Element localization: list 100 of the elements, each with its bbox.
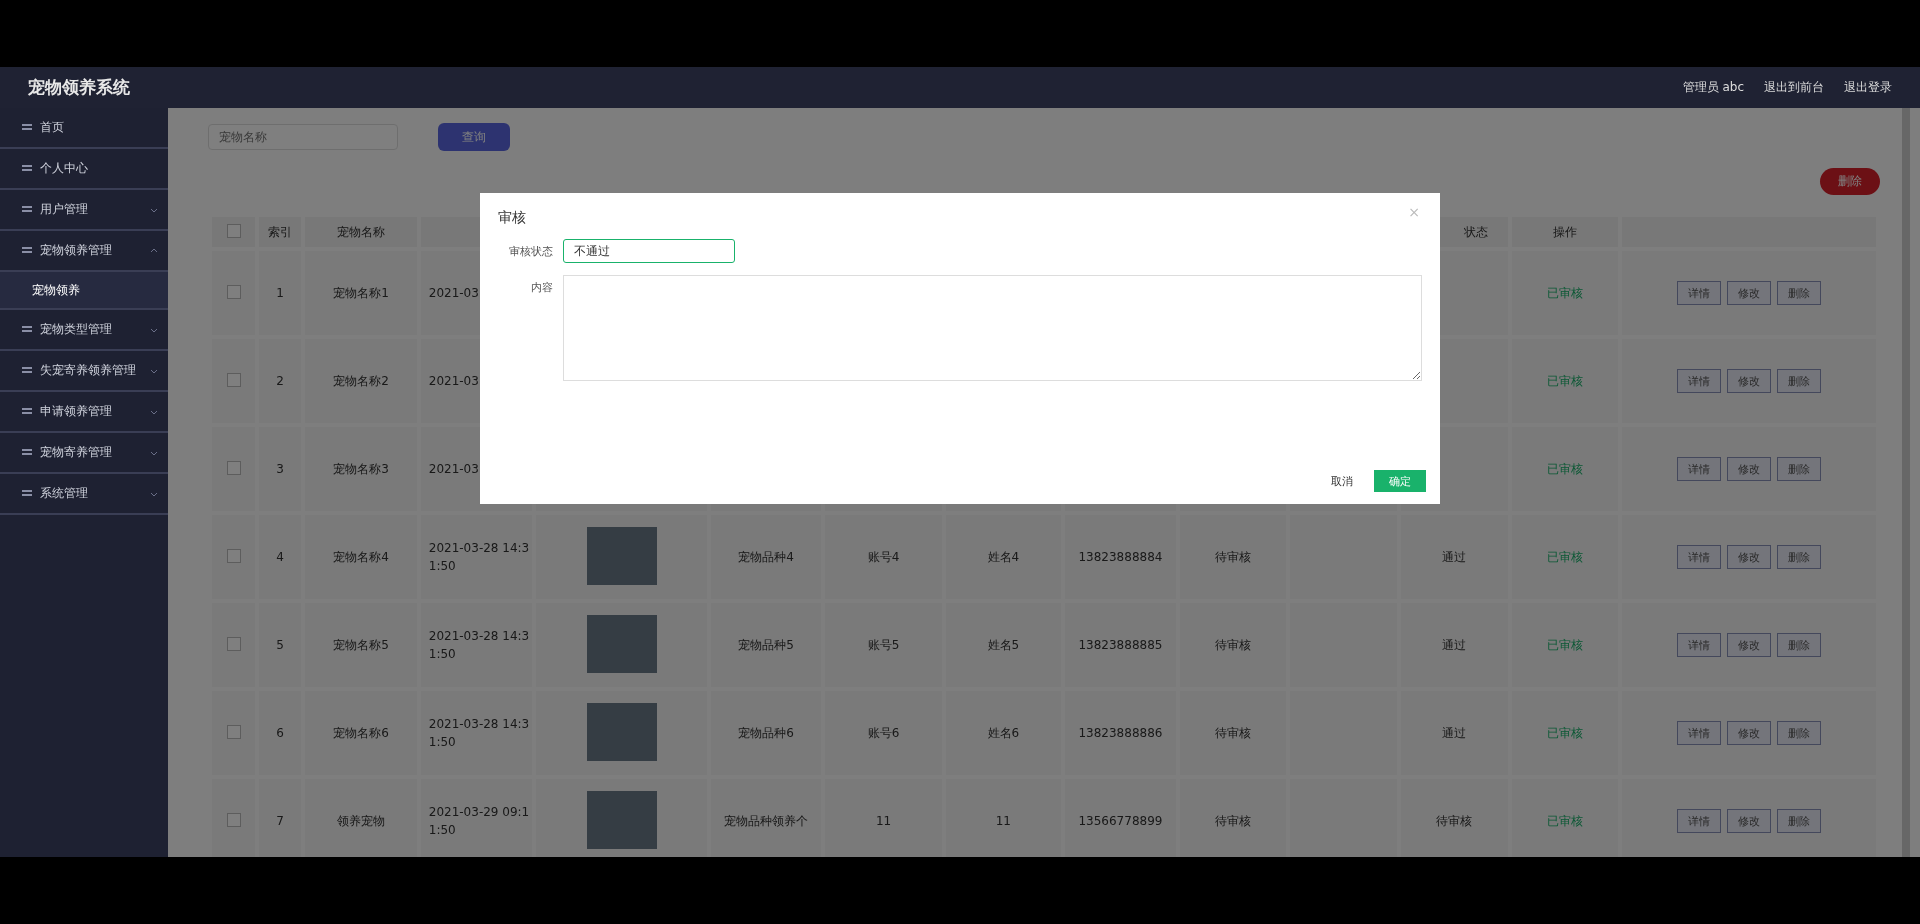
menu-icon [22,122,32,133]
delete-button[interactable]: 删除 [1820,168,1880,195]
header-link[interactable]: 退出登录 [1844,79,1892,96]
sidebar-item[interactable]: 用户管理 [40,201,88,218]
search-field[interactable]: 宠物名称 [208,124,398,150]
table-cell: 宠物品种6 [738,725,794,740]
row-action-button[interactable]: 修改 [1727,809,1772,833]
row-action-button[interactable]: 详情 [1677,633,1722,657]
table-cell: 已审核 [1547,637,1584,652]
scrollbar[interactable] [1902,108,1910,857]
table-cell: 宠物名称3 [333,461,389,476]
table-cell: 13823888886 [1078,726,1163,740]
row-action-button[interactable]: 删除 [1777,369,1822,393]
table-cell: 宠物名称6 [333,725,389,740]
sidebar-item[interactable]: 系统管理 [40,485,88,502]
row-action-button[interactable]: 详情 [1677,457,1722,481]
table-cell: 待审核 [1436,813,1473,828]
sidebar-item[interactable]: 宠物领养管理 [40,242,112,259]
row-action-button[interactable]: 详情 [1677,721,1722,745]
header-link[interactable]: 退出到前台 [1764,79,1824,96]
dialog-title: 审核 [498,209,526,225]
table-cell: 4 [276,550,284,564]
menu-icon [22,406,32,417]
row-action-button[interactable]: 修改 [1727,545,1772,569]
row-action-button[interactable]: 删除 [1777,545,1822,569]
table-cell: 宠物品种4 [738,549,794,564]
table-cell: 7 [276,814,284,828]
table-cell: 领养宠物 [337,813,385,828]
row-action-button[interactable]: 删除 [1777,721,1822,745]
table-cell: 通过 [1442,637,1467,652]
row-action-button[interactable]: 修改 [1727,633,1772,657]
table-cell: 账号4 [867,549,900,564]
row-action-button[interactable]: 详情 [1677,545,1722,569]
row-action-button[interactable]: 详情 [1677,281,1722,305]
confirm-button[interactable]: 确定 [1374,470,1426,492]
table-cell: 宠物名称2 [333,373,389,388]
field-label: 审核状态 [508,244,553,260]
row-action-button[interactable]: 修改 [1727,369,1772,393]
menu-icon [22,245,32,256]
column-header: 状态 [1464,224,1489,239]
row-checkbox[interactable] [226,724,241,739]
sidebar-item[interactable]: 失宠寄养领养管理 [40,362,136,379]
row-action-button[interactable]: 删除 [1777,457,1822,481]
table-cell: 姓名5 [987,637,1020,652]
search-button[interactable]: 查询 [438,123,510,151]
row-action-button[interactable]: 详情 [1677,809,1722,833]
table-cell: 待审核 [1215,637,1252,652]
select-all-checkbox[interactable] [226,223,241,238]
field-label: 内容 [530,280,553,296]
row-action-button[interactable]: 删除 [1777,633,1822,657]
row-action-button[interactable]: 详情 [1677,369,1722,393]
table-cell: 通过 [1442,549,1467,564]
close-button[interactable]: × [1402,203,1426,221]
table-cell: 2021-03-28 14:31:50 [428,541,530,573]
row-action-button[interactable]: 删除 [1777,281,1822,305]
table-cell: 待审核 [1215,549,1252,564]
sidebar-item[interactable]: 宠物寄养管理 [40,444,112,461]
table-cell: 姓名6 [987,725,1020,740]
column-header: 宠物名称 [337,224,385,239]
column-header: 操作 [1553,224,1578,239]
menu-icon [22,163,32,174]
table-cell: 已审核 [1547,461,1584,476]
table-cell: 13823888885 [1078,638,1163,652]
status-select[interactable]: 不通过 [563,239,735,263]
row-checkbox[interactable] [226,372,241,387]
content-field[interactable] [563,275,1422,381]
table-cell: 已审核 [1547,813,1584,828]
row-action-button[interactable]: 修改 [1727,281,1772,305]
row-checkbox[interactable] [226,460,241,475]
table-cell: 5 [276,638,284,652]
table-cell: 宠物品种5 [738,637,794,652]
row-checkbox[interactable] [226,548,241,563]
table-cell: 11 [875,814,892,828]
row-checkbox[interactable] [226,812,241,827]
table-cell: 宠物品种领养个 [723,813,808,828]
sidebar-item[interactable]: 宠物类型管理 [40,321,112,338]
table-cell: 13823888884 [1078,550,1163,564]
table-cell: 已审核 [1547,725,1584,740]
table-cell: 账号6 [867,725,900,740]
table-cell: 姓名4 [987,549,1020,564]
sidebar-item[interactable]: 首页 [40,119,64,136]
row-checkbox[interactable] [226,636,241,651]
menu-icon [22,204,32,215]
table-cell: 账号5 [867,637,900,652]
sidebar-subitem[interactable]: 宠物领养 [32,281,80,299]
menu-icon [22,324,32,335]
row-checkbox[interactable] [226,284,241,299]
user-label: 管理员 abc [1682,79,1744,96]
table-cell: 待审核 [1215,725,1252,740]
sidebar-item[interactable]: 申请领养管理 [40,403,112,420]
row-action-button[interactable]: 修改 [1727,457,1772,481]
menu-icon [22,488,32,499]
table-cell: 6 [276,726,284,740]
table-cell: 13566778899 [1078,814,1163,828]
row-action-button[interactable]: 修改 [1727,721,1772,745]
table-cell: 2 [276,374,284,388]
table-cell: 3 [276,462,284,476]
table-cell: 宠物名称5 [333,637,389,652]
sidebar-item[interactable]: 个人中心 [40,160,88,177]
row-action-button[interactable]: 删除 [1777,809,1822,833]
